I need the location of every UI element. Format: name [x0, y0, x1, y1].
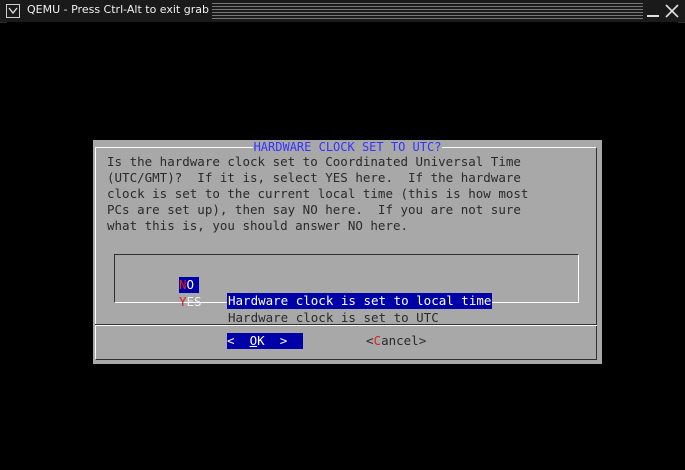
option-tag: YES [179, 294, 202, 309]
message-line: PCs are set up), then say NO here. If yo… [107, 202, 521, 217]
ok-button[interactable]: < OK > [227, 333, 303, 349]
message-line: clock is set to the current local time (… [107, 186, 529, 201]
cancel-button[interactable]: <Cancel> [366, 333, 426, 349]
message-line: Is the hardware clock set to Coordinated… [107, 154, 521, 169]
window-menu-button[interactable] [6, 4, 20, 18]
button-separator-highlight [95, 325, 597, 326]
option-list: NO Hardware clock is set to local time Y… [114, 254, 579, 325]
window-title-bar: QEMU - Press Ctrl-Alt to exit grab [0, 0, 685, 23]
window-title: QEMU - Press Ctrl-Alt to exit grab [27, 3, 209, 16]
option-no[interactable]: NO Hardware clock is set to local time [115, 261, 493, 309]
utc-dialog: HARDWARE CLOCK SET TO UTC? Is the hardwa… [93, 140, 602, 364]
option-yes[interactable]: YES Hardware clock is set to UTC [115, 278, 439, 325]
dialog-title: HARDWARE CLOCK SET TO UTC? [252, 140, 443, 154]
close-icon[interactable] [665, 4, 679, 18]
title-bar-stripes [212, 3, 643, 19]
minimize-icon[interactable] [647, 5, 659, 17]
chevron-down-icon [8, 7, 18, 15]
message-line: (UTC/GMT)? If it is, select YES here. If… [107, 170, 521, 185]
message-line: what this is, you should answer NO here. [107, 218, 409, 233]
dialog-message: Is the hardware clock set to Coordinated… [107, 154, 592, 234]
option-description: Hardware clock is set to local time [227, 293, 493, 309]
option-tag: NO [179, 277, 199, 293]
